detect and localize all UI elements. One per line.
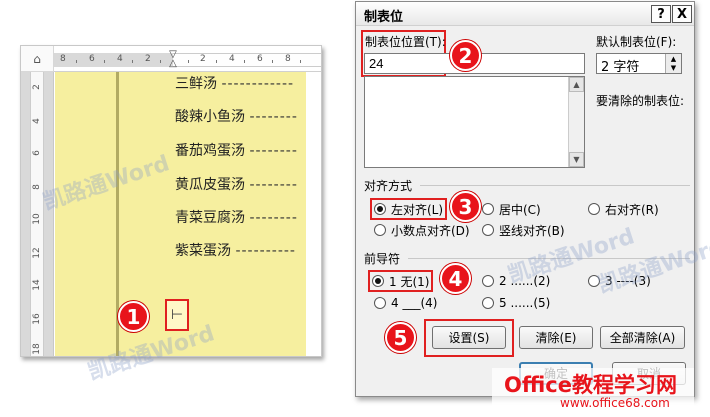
vruler-label: 12 [32,247,42,259]
leader-none-radio[interactable]: 1 无(1) [368,270,434,292]
align-left-radio[interactable]: 左对齐(L) [370,198,448,220]
ruler-label: 8 [60,54,66,64]
vruler-label: 10 [32,213,42,225]
default-tab-value: 2 字符 [601,60,640,75]
ruler-label: 4 [229,54,235,64]
menu-line: 紫菜蛋汤 ---------- [175,243,296,259]
spin-up-icon[interactable]: ▲ [671,55,676,63]
scroll-down-icon[interactable]: ▼ [569,152,584,167]
ruler-label: 2 [145,54,151,64]
list-scrollbar[interactable]: ▲ ▼ [568,77,584,167]
tab-type-icon: ⌂ [33,51,41,66]
spin-down-icon[interactable]: ▼ [671,64,676,72]
step-1-badge: 1 [118,301,149,332]
set-button[interactable]: 设置(S) [432,326,506,349]
vruler-label: 2 [32,84,42,90]
brand-name: Office教程学习网 [504,373,677,397]
help-button[interactable]: ? [651,5,671,23]
ruler-label: 6 [257,54,263,64]
menu-line: 青菜豆腐汤 -------- [175,210,298,226]
step-5-badge: 5 [385,322,416,353]
clear-tabs-label: 要清除的制表位: [596,94,685,108]
step-4-badge: 4 [440,263,471,294]
align-center-radio[interactable]: 居中(C) [480,200,543,218]
ruler-label: 2 [200,54,206,64]
ruler-label: 4 [117,54,123,64]
ruler-label: 8 [285,54,291,64]
tab-stops-list[interactable]: ▲ ▼ [364,76,585,168]
vruler-label: 18 [32,343,42,355]
clear-button[interactable]: 清除(E) [519,326,593,349]
ruler-label: 6 [89,54,95,64]
close-button[interactable]: X [672,5,692,23]
indent-marker-icon[interactable]: ▽ △ [167,50,179,70]
step-2-badge: 2 [450,40,481,71]
scroll-up-icon[interactable]: ▲ [569,77,584,92]
default-tab-label: 默认制表位(F): [596,35,677,49]
menu-line: 黄瓜皮蛋汤 -------- [175,177,298,193]
leader-underline-radio[interactable]: 4 ___(4) [372,294,439,312]
menu-line: 三鲜汤 ------------ [175,76,295,92]
vruler-label: 6 [32,150,42,156]
align-decimal-radio[interactable]: 小数点对齐(D) [372,221,472,239]
brand-url: www.office68.com [560,396,670,410]
dialog-titlebar: 制表位 ? X [356,2,694,26]
vruler-label: 16 [32,313,42,325]
menu-line: 酸辣小鱼汤 -------- [175,109,298,125]
align-right-radio[interactable]: 右对齐(R) [586,200,661,218]
vruler-label: 14 [32,279,42,291]
dialog-title: 制表位 [364,10,404,25]
vruler-label: 4 [32,118,42,124]
tab-type-selector[interactable]: ⌂ [21,46,54,72]
leader-group-title: 前导符 [364,252,401,266]
tab-position-label: 制表位位置(T): [365,35,446,49]
alignment-group-title: 对齐方式 [364,179,413,193]
text-cursor-highlight: ⊢ [165,299,189,331]
horizontal-ruler[interactable]: 8 6 4 2 2 4 6 8 ▽ △ [54,50,321,72]
leader-middle-dots-radio[interactable]: 5 ......(5) [480,294,552,312]
cursor-icon: ⊢ [170,307,184,323]
align-bar-radio[interactable]: 竖线对齐(B) [480,221,567,239]
default-tab-spinner[interactable]: 2 字符 ▲ ▼ [596,53,682,75]
step-3-badge: 3 [450,191,481,222]
clear-all-button[interactable]: 全部清除(A) [600,326,685,349]
menu-line: 番茄鸡蛋汤 -------- [175,143,298,159]
